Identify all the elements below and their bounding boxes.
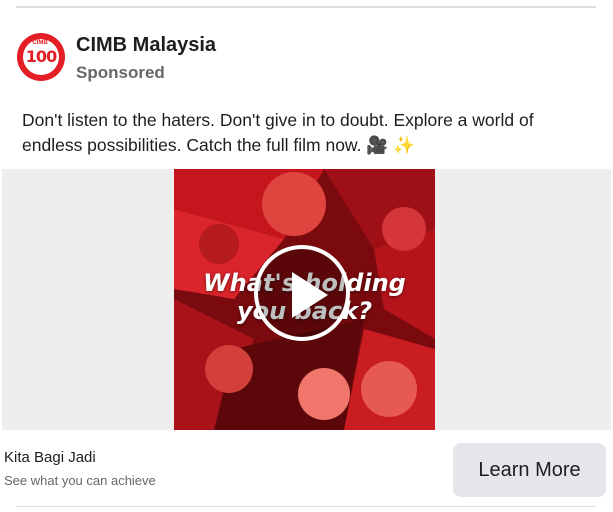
play-button[interactable] <box>254 245 350 341</box>
post-header: CIMB 100 CIMB Malaysia Sponsored <box>17 33 577 83</box>
learn-more-button[interactable]: Learn More <box>453 443 606 497</box>
page-name-link[interactable]: CIMB Malaysia <box>76 34 216 57</box>
media-container: What's holding you back? <box>2 169 611 430</box>
video-thumbnail[interactable]: What's holding you back? <box>174 169 435 430</box>
post-caption: Don't listen to the haters. Don't give i… <box>22 110 534 155</box>
avatar-brand-text: CIMB <box>32 40 48 46</box>
sponsored-label[interactable]: Sponsored <box>76 63 165 83</box>
page-avatar[interactable]: CIMB 100 <box>17 33 65 81</box>
ad-description: See what you can achieve <box>4 473 156 488</box>
top-divider <box>16 6 596 8</box>
ad-footer[interactable]: Kita Bagi Jadi See what you can achieve … <box>0 430 613 512</box>
play-icon <box>292 272 328 318</box>
bottom-divider <box>16 506 596 507</box>
avatar-anniversary-number: 100 <box>25 47 57 66</box>
ad-headline[interactable]: Kita Bagi Jadi <box>4 449 96 466</box>
